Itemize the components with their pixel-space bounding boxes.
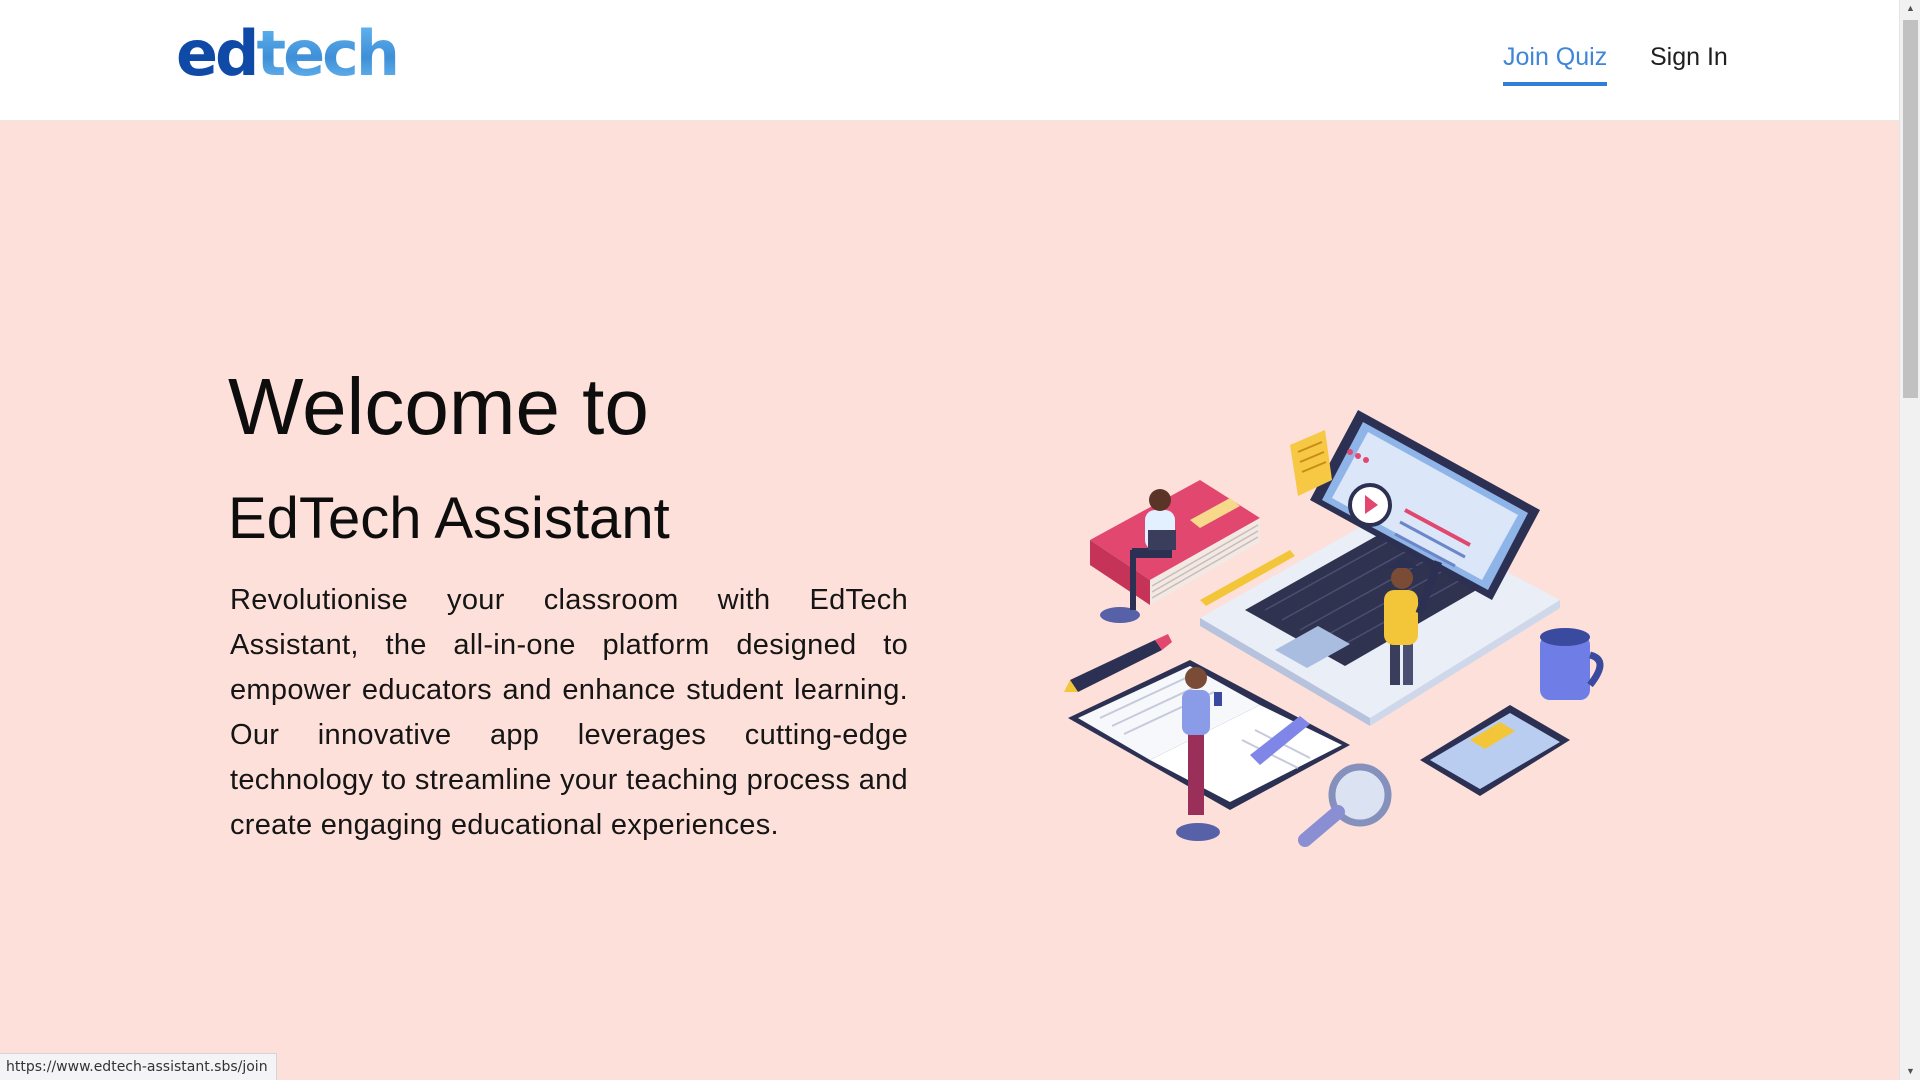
link-status-bar: https://www.edtech-assistant.sbs/join <box>0 1053 277 1080</box>
page-viewport: ed tech Join Quiz Sign In Welcome to EdTe… <box>0 0 1899 1080</box>
scrollbar-thumb[interactable] <box>1903 20 1918 398</box>
education-illustration <box>1064 410 1604 847</box>
nav-join-quiz-link[interactable]: Join Quiz <box>1503 43 1608 86</box>
hero-description: Revolutionise your classroom with EdTech… <box>230 584 908 841</box>
vertical-scrollbar[interactable]: ▲ ▼ <box>1899 0 1920 1080</box>
logo-text-ed: ed <box>176 17 259 90</box>
nav-sign-in-link[interactable]: Sign In <box>1650 43 1728 82</box>
site-header: ed tech Join Quiz Sign In <box>0 0 1899 121</box>
hero-title: Welcome to <box>228 362 649 451</box>
scroll-up-arrow-icon[interactable]: ▲ <box>1900 0 1920 17</box>
logo-text-tech: tech <box>256 17 400 90</box>
edtech-logo[interactable]: ed tech <box>176 17 400 90</box>
hero-subtitle: EdTech Assistant <box>228 486 670 551</box>
scroll-down-arrow-icon[interactable]: ▼ <box>1900 1063 1920 1080</box>
